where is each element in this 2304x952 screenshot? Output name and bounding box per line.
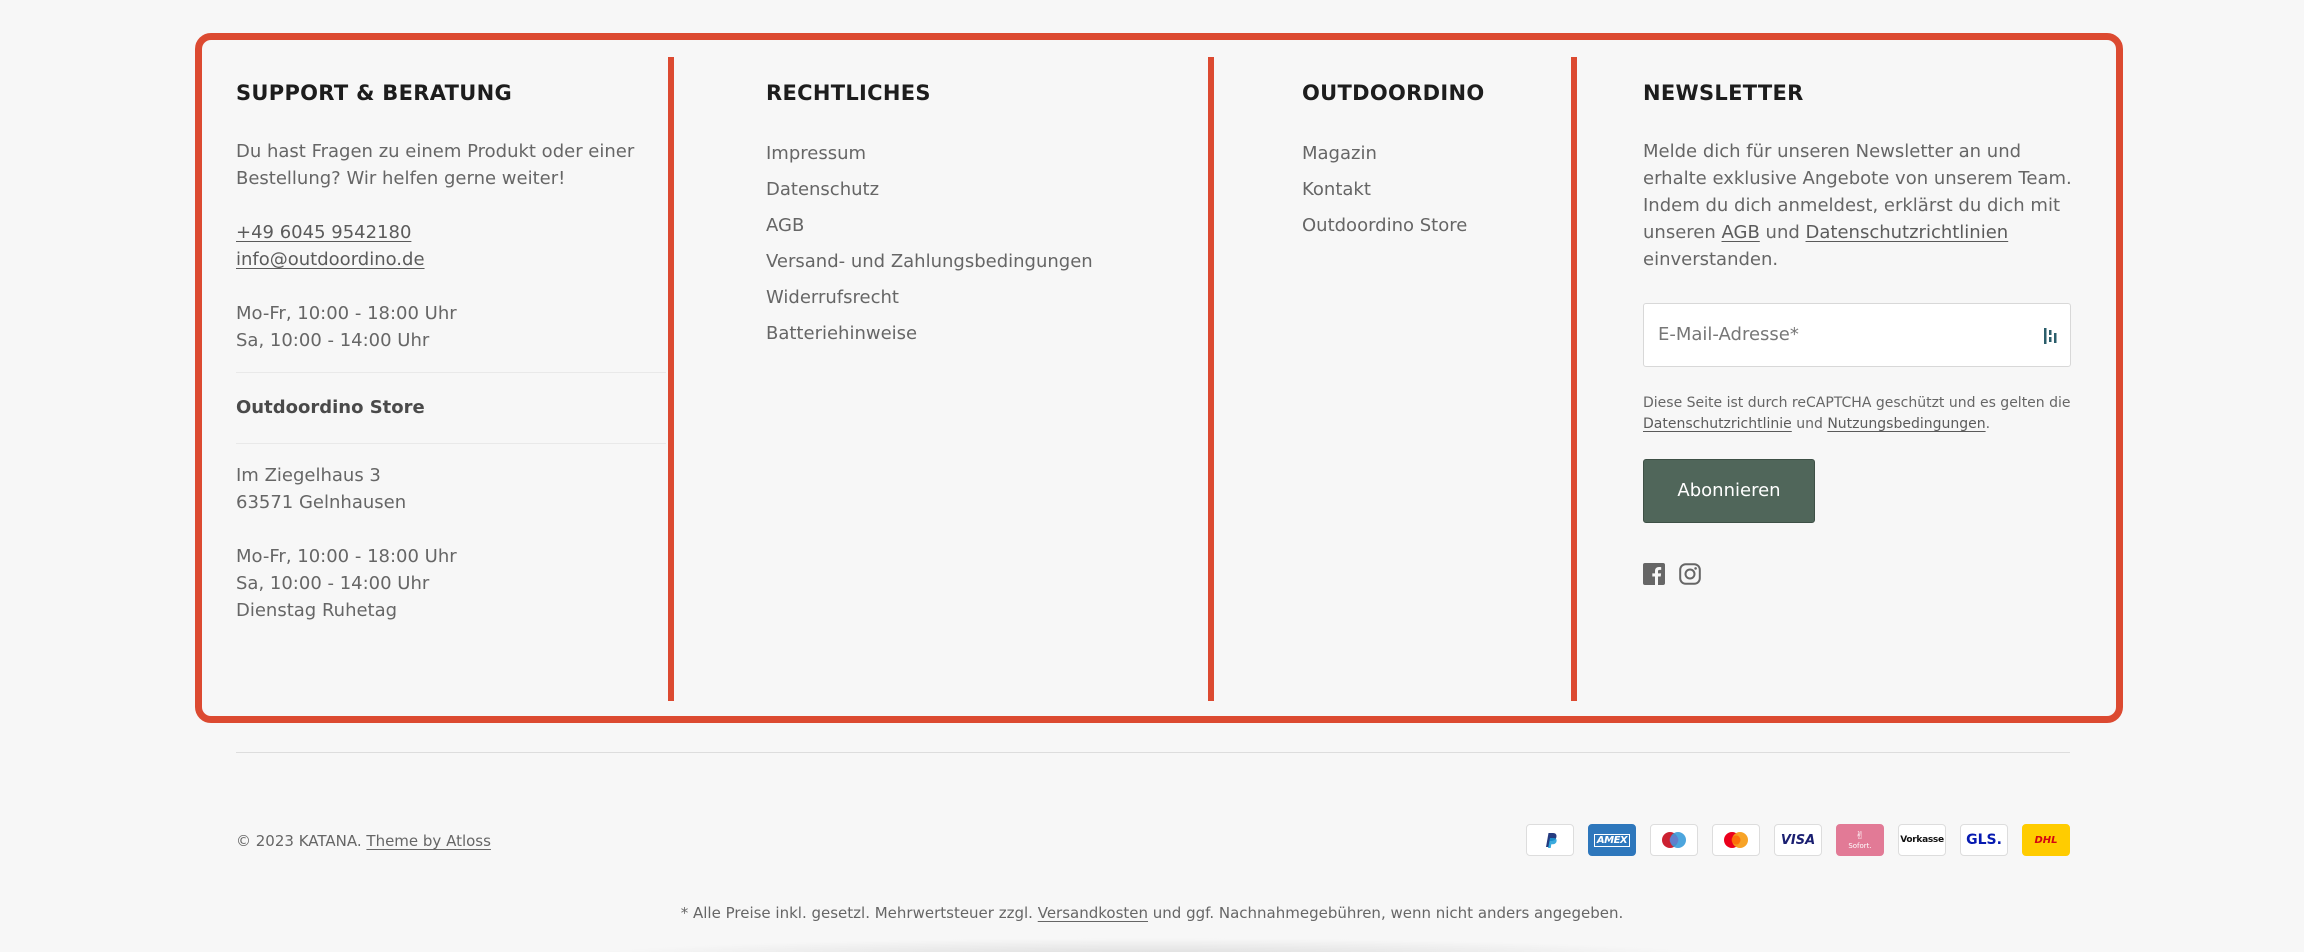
footer-divider xyxy=(236,752,2070,753)
link-versand[interactable]: Versand- und Zahlungsbedingungen xyxy=(766,244,1093,280)
sofort-icon: ✌ Sofort. xyxy=(1836,824,1884,856)
support-column: SUPPORT & BERATUNG Du hast Fragen zu ein… xyxy=(236,78,666,624)
support-heading: SUPPORT & BERATUNG xyxy=(236,81,513,105)
divider xyxy=(236,443,666,444)
paypal-icon xyxy=(1526,824,1574,856)
link-datenschutz[interactable]: Datenschutz xyxy=(766,172,1093,208)
amex-icon: AMEX xyxy=(1588,824,1636,856)
hours-weekdays: Mo-Fr, 10:00 - 18:00 Uhr xyxy=(236,303,457,324)
privacy-link[interactable]: Datenschutzrichtlinien xyxy=(1806,222,2009,243)
store-hours-tuesday: Dienstag Ruhetag xyxy=(236,600,398,621)
legal-column: RECHTLICHES Impressum Datenschutz AGB Ve… xyxy=(766,78,1093,352)
shipping-costs-link[interactable]: Versandkosten xyxy=(1038,904,1148,922)
column-divider xyxy=(668,57,674,701)
hours-saturday: Sa, 10:00 - 14:00 Uhr xyxy=(236,330,430,351)
link-widerrufsrecht[interactable]: Widerrufsrecht xyxy=(766,280,1093,316)
copyright: © 2023 KATANA. Theme by Atloss xyxy=(236,832,491,850)
divider xyxy=(236,372,666,373)
facebook-icon[interactable] xyxy=(1643,563,1665,585)
link-impressum[interactable]: Impressum xyxy=(766,136,1093,172)
legal-heading: RECHTLICHES xyxy=(766,81,931,105)
link-kontakt[interactable]: Kontakt xyxy=(1302,172,1485,208)
email-input[interactable] xyxy=(1658,324,2038,345)
outdoordino-column: OUTDOORDINO Magazin Kontakt Outdoordino … xyxy=(1302,78,1485,244)
mastercard-icon xyxy=(1712,824,1760,856)
newsletter-column: NEWSLETTER Melde dich für unseren Newsle… xyxy=(1643,78,2073,585)
newsletter-heading: NEWSLETTER xyxy=(1643,81,1804,105)
outdoordino-heading: OUTDOORDINO xyxy=(1302,81,1485,105)
bottom-shadow xyxy=(560,938,1740,952)
captcha-terms-link[interactable]: Nutzungsbedingungen xyxy=(1827,416,1985,432)
link-batteriehinweise[interactable]: Batteriehinweise xyxy=(766,316,1093,352)
agb-link[interactable]: AGB xyxy=(1722,222,1760,243)
subscribe-button[interactable]: Abonnieren xyxy=(1643,459,1815,523)
maestro-icon xyxy=(1650,824,1698,856)
password-manager-icon[interactable] xyxy=(2044,327,2058,345)
phone-link[interactable]: +49 6045 9542180 xyxy=(236,222,411,243)
column-divider xyxy=(1571,57,1577,701)
store-city: 63571 Gelnhausen xyxy=(236,492,407,513)
link-agb[interactable]: AGB xyxy=(766,208,1093,244)
dhl-icon: DHL xyxy=(2022,824,2070,856)
email-field-container xyxy=(1643,303,2071,367)
captcha-privacy-link[interactable]: Datenschutzrichtlinie xyxy=(1643,416,1792,432)
vorkasse-icon: Vorkasse xyxy=(1898,824,1946,856)
store-hours-weekdays: Mo-Fr, 10:00 - 18:00 Uhr xyxy=(236,546,457,567)
theme-link[interactable]: Theme by Atloss xyxy=(366,832,491,850)
store-street: Im Ziegelhaus 3 xyxy=(236,465,381,486)
recaptcha-notice: Diese Seite ist durch reCAPTCHA geschütz… xyxy=(1643,395,2071,432)
store-title: Outdoordino Store xyxy=(236,397,425,418)
price-footnote: * Alle Preise inkl. gesetzl. Mehrwertste… xyxy=(680,904,1624,922)
instagram-icon[interactable] xyxy=(1679,563,1701,585)
link-magazin[interactable]: Magazin xyxy=(1302,136,1485,172)
link-store[interactable]: Outdoordino Store xyxy=(1302,208,1485,244)
column-divider xyxy=(1208,57,1214,701)
email-link[interactable]: info@outdoordino.de xyxy=(236,249,425,270)
gls-icon: GLS. xyxy=(1960,824,2008,856)
visa-icon: VISA xyxy=(1774,824,1822,856)
support-intro: Du hast Fragen zu einem Produkt oder ein… xyxy=(236,141,635,189)
newsletter-text: Melde dich für unseren Newsletter an und… xyxy=(1643,141,2072,270)
payment-icons: AMEX VISA ✌ Sofort. Vorkasse GLS. DHL xyxy=(1526,824,2070,856)
store-hours-saturday: Sa, 10:00 - 14:00 Uhr xyxy=(236,573,430,594)
